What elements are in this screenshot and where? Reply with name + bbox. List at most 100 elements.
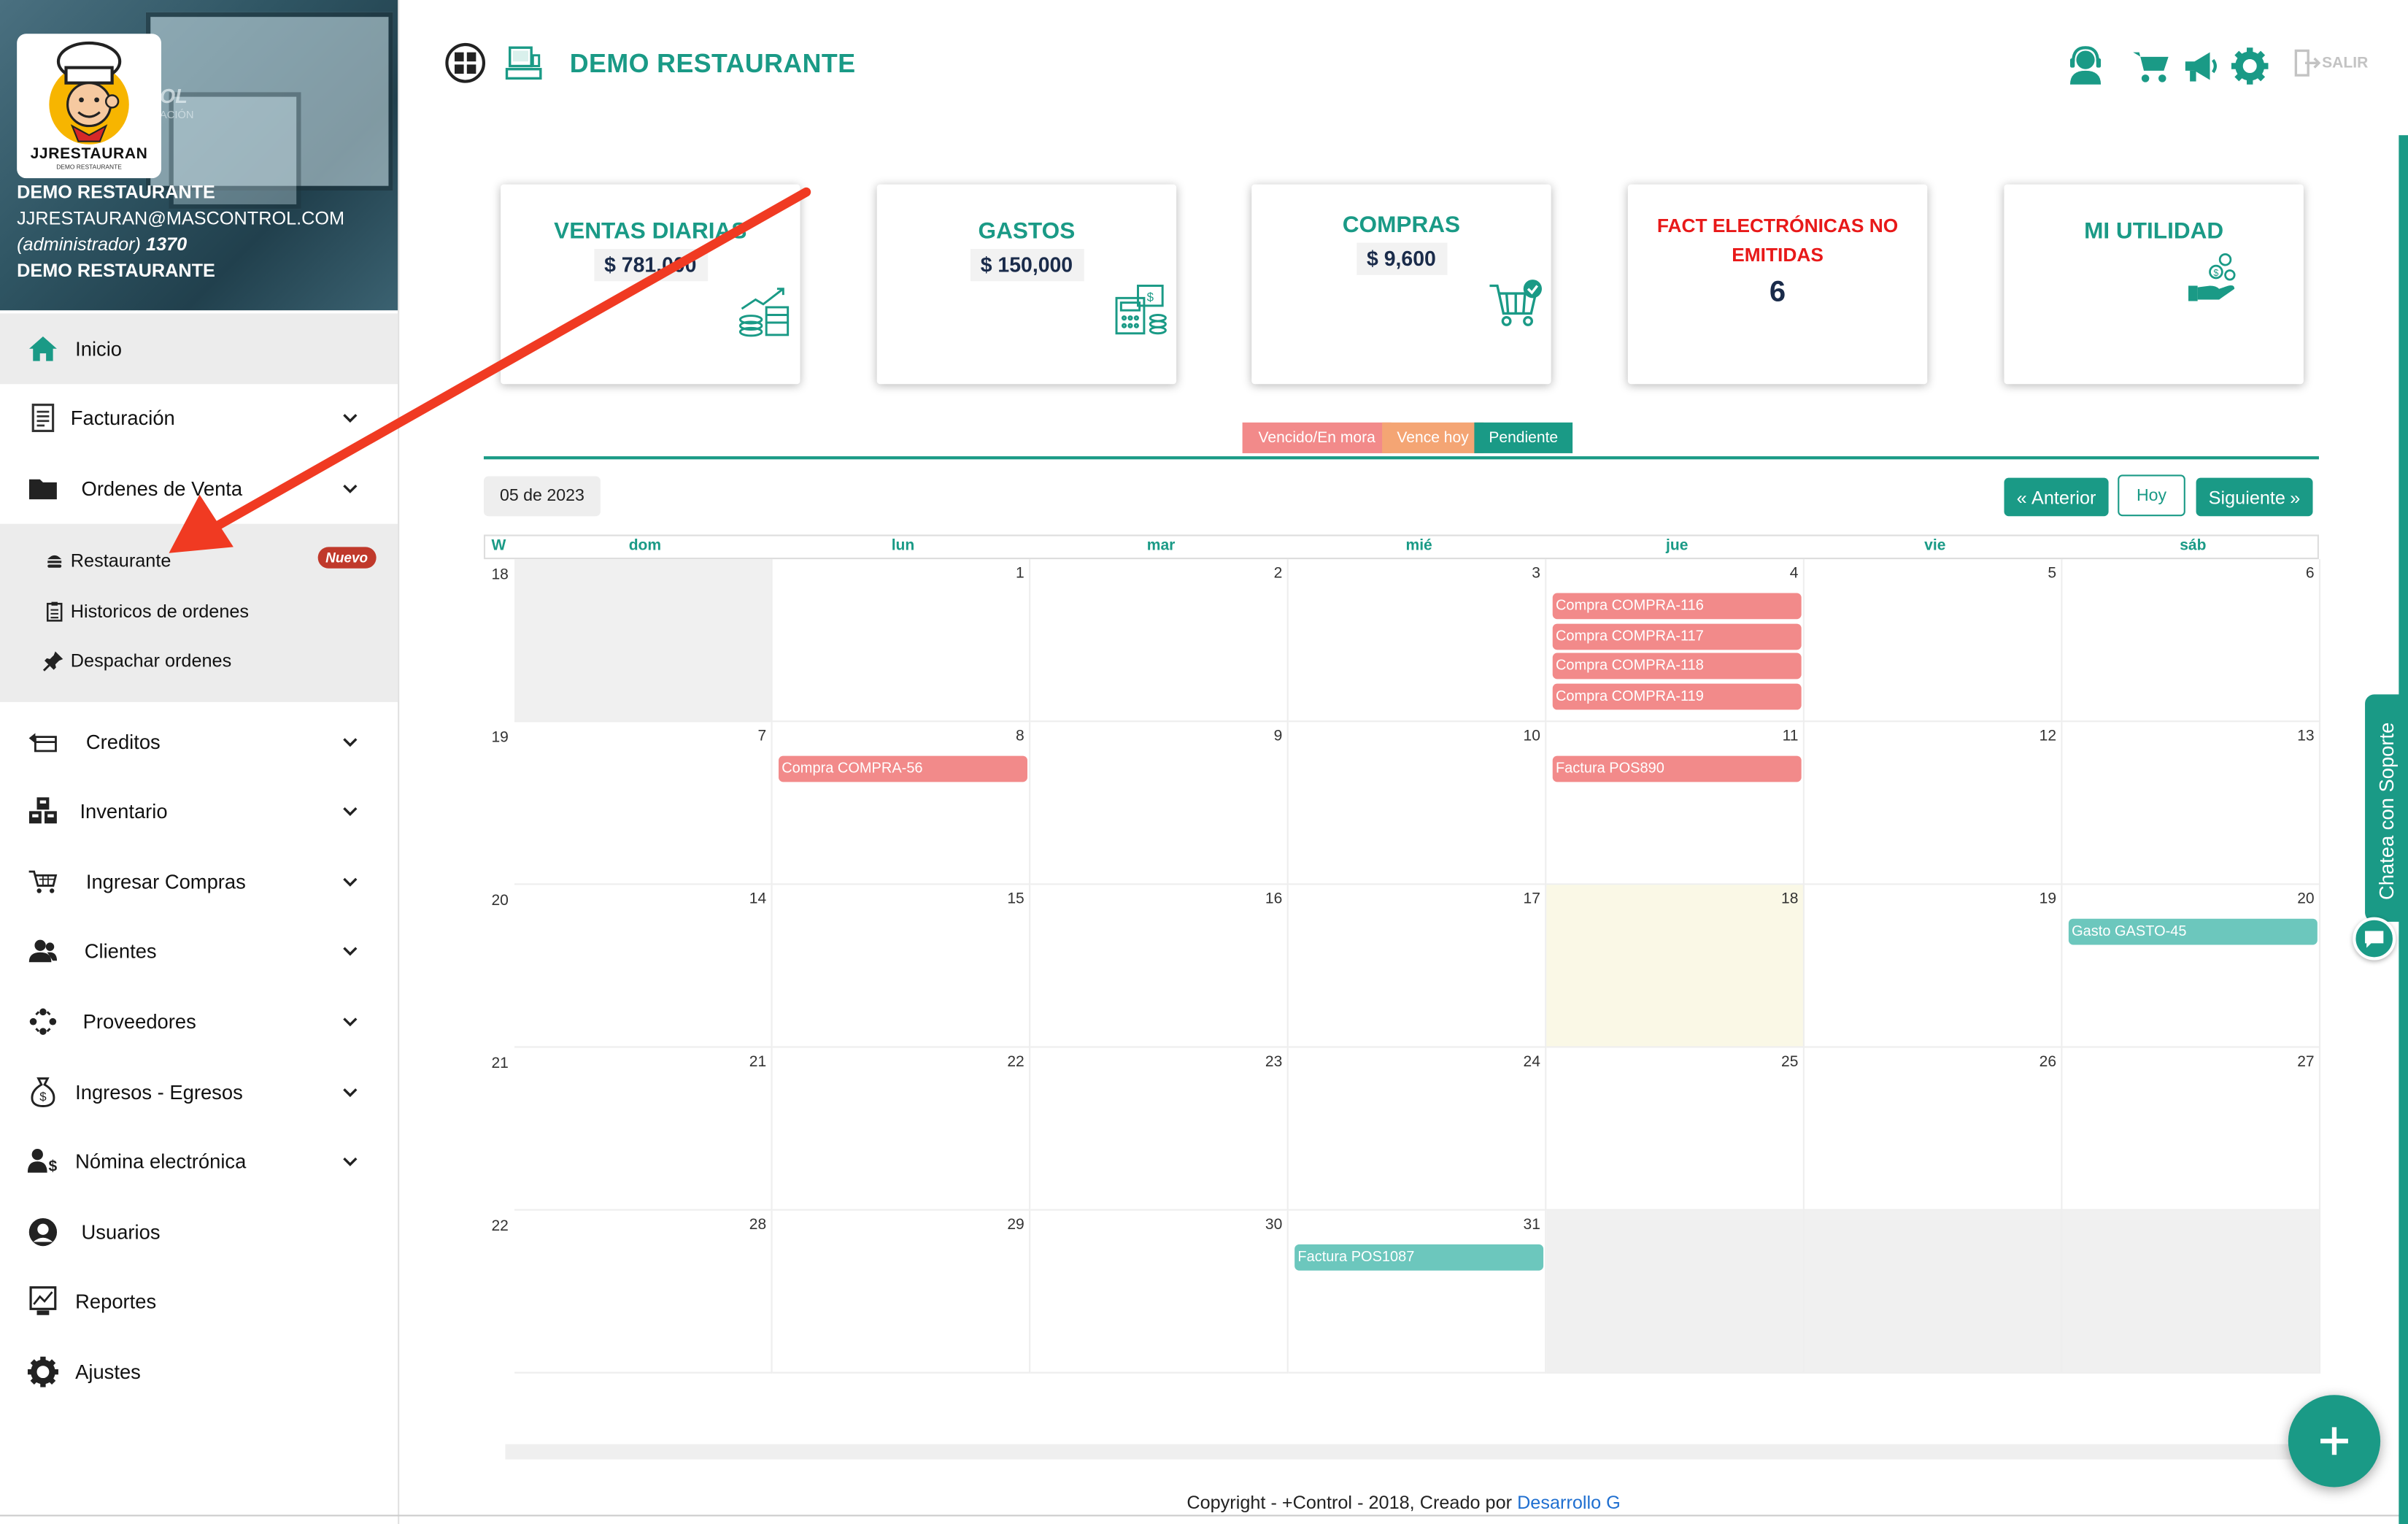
day-number: 23 <box>1265 1053 1283 1071</box>
card-gastos[interactable]: GASTOS $ 150,000 $ <box>876 184 1177 385</box>
sidebar-item-facturacion[interactable]: Facturación <box>0 383 398 453</box>
calendar-day-cell[interactable]: 6 <box>2062 559 2321 723</box>
next-month-button[interactable]: Siguiente» <box>2196 477 2313 517</box>
add-fab-button[interactable] <box>2288 1395 2381 1488</box>
calendar-day-cell[interactable] <box>2062 1210 2321 1374</box>
calendar-day-cell[interactable]: 15 <box>772 885 1031 1048</box>
calendar-day-cell[interactable]: 1 <box>772 559 1031 723</box>
calendar-day-cell[interactable]: 9 <box>1030 722 1289 885</box>
today-button[interactable]: Hoy <box>2118 474 2185 517</box>
calendar-day-cell[interactable]: 27 <box>2062 1047 2321 1211</box>
card-value: 6 <box>1769 276 1786 309</box>
calculator-money-icon: $ <box>1115 285 1167 335</box>
gear-icon[interactable] <box>2230 46 2270 86</box>
chevron-down-icon <box>343 807 358 817</box>
sidebar-item-ajustes[interactable]: Ajustes <box>0 1336 398 1406</box>
svg-text:$: $ <box>39 1089 47 1103</box>
support-agent-icon[interactable] <box>2066 46 2106 86</box>
sidebar-item-inventario[interactable]: Inventario <box>0 777 398 847</box>
day-number: 2 <box>1273 565 1283 582</box>
calendar-day-cell[interactable]: 23 <box>1030 1047 1289 1211</box>
sidebar-item-inicio[interactable]: Inicio <box>0 313 398 384</box>
card-title-line2: EMITIDAS <box>1732 244 1824 266</box>
calendar-day-cell[interactable]: 3 <box>1288 559 1547 723</box>
sidebar-item-reportes[interactable]: Reportes <box>0 1267 398 1337</box>
calendar-event[interactable]: Compra COMPRA-119 <box>1552 682 1802 709</box>
card-ventas-diarias[interactable]: VENTAS DIARIAS $ 781,000 <box>501 184 800 385</box>
calendar-event[interactable]: Compra COMPRA-56 <box>779 755 1027 782</box>
calendar-day-cell[interactable]: 8 <box>772 722 1031 885</box>
calendar-event[interactable]: Compra COMPRA-117 <box>1552 623 1802 650</box>
day-header-0: dom <box>628 537 662 555</box>
calendar-day-cell[interactable]: 11 <box>1546 722 1805 885</box>
footer-copyright: Copyright - +Control - 2018, Creado por … <box>0 1492 2408 1513</box>
calendar-day-cell[interactable]: 25 <box>1546 1047 1805 1211</box>
sidebar-item-clientes[interactable]: Clientes <box>0 917 398 987</box>
card-compras[interactable]: COMPRAS $ 9,600 <box>1251 184 1551 385</box>
calendar-day-cell[interactable]: 7 <box>514 722 773 885</box>
calendar-day-cell[interactable]: 2 <box>1030 559 1289 723</box>
day-number: 6 <box>2305 565 2315 582</box>
week-number: 19 <box>491 729 509 747</box>
footer-divider <box>0 1515 2408 1517</box>
prev-month-button[interactable]: «Anterior <box>2004 477 2109 517</box>
sidebar-item-ingresos-egresos[interactable]: $ Ingresos - Egresos <box>0 1057 398 1127</box>
day-header-4: jue <box>1665 537 1689 555</box>
sidebar-item-creditos[interactable]: Creditos <box>0 707 398 777</box>
day-number: 17 <box>1523 890 1540 908</box>
calendar-day-cell[interactable]: 21 <box>514 1047 773 1211</box>
day-number: 15 <box>1007 890 1024 908</box>
calendar-day-cell[interactable] <box>514 559 773 723</box>
calendar-day-cell[interactable]: 18 <box>1546 885 1805 1048</box>
calendar-day-cell[interactable]: 5 <box>1804 559 2063 723</box>
calendar-day-cell[interactable]: 30 <box>1030 1210 1289 1374</box>
calendar-day-cell[interactable]: 14 <box>514 885 773 1048</box>
sidebar-item-label: Creditos <box>85 729 161 753</box>
calendar-day-cell[interactable]: 28 <box>514 1210 773 1374</box>
day-number: 7 <box>757 728 767 745</box>
calendar-day-cell[interactable]: 20 <box>2062 885 2321 1048</box>
calendar-day-cell[interactable] <box>1804 1210 2063 1374</box>
calendar-day-cell[interactable]: 22 <box>772 1047 1031 1211</box>
submenu-item-despachar[interactable]: Despachar ordenes <box>42 650 231 671</box>
sidebar-item-ingresar-compras[interactable]: Ingresar Compras <box>0 847 398 917</box>
calendar-day-cell[interactable] <box>1546 1210 1805 1374</box>
sidebar-item-ordenes-de-venta[interactable]: Ordenes de Venta <box>0 453 398 523</box>
developer-link[interactable]: Desarrollo G <box>1517 1492 1621 1513</box>
horizontal-scrollbar[interactable] <box>505 1444 2318 1460</box>
calendar-day-cell[interactable]: 10 <box>1288 722 1547 885</box>
pos-terminal-icon[interactable] <box>505 45 542 82</box>
calendar-event[interactable]: Compra COMPRA-116 <box>1552 593 1802 620</box>
logout-icon <box>2294 49 2321 77</box>
megaphone-icon[interactable] <box>2181 46 2221 86</box>
apps-grid-button[interactable] <box>445 42 486 83</box>
calendar-event[interactable]: Compra COMPRA-118 <box>1552 653 1802 680</box>
chat-bubble-button[interactable] <box>2353 917 2396 961</box>
calendar-day-cell[interactable]: 16 <box>1030 885 1289 1048</box>
sidebar-item-usuarios[interactable]: Usuarios <box>0 1197 398 1267</box>
calendar-day-cell[interactable]: 24 <box>1288 1047 1547 1211</box>
calendar-day-cell[interactable]: 17 <box>1288 885 1547 1048</box>
chevron-down-icon <box>343 414 358 423</box>
calendar-event[interactable]: Factura POS1087 <box>1294 1244 1544 1271</box>
submenu-item-historicos[interactable]: Historicos de ordenes <box>43 601 249 622</box>
calendar-day-cell[interactable]: 29 <box>772 1210 1031 1374</box>
submenu-item-restaurante[interactable]: Restaurante <box>43 550 171 572</box>
sidebar-item-label: Facturación <box>70 407 175 431</box>
calendar-event[interactable]: Factura POS890 <box>1552 755 1802 782</box>
card-fact-electronicas[interactable]: FACT ELECTRÓNICAS NO EMITIDAS 6 <box>1627 184 1928 385</box>
calendar-day-cell[interactable]: 31 <box>1288 1210 1547 1374</box>
cart-icon[interactable] <box>2131 46 2172 86</box>
payroll-icon: $ <box>27 1147 58 1177</box>
calendar-day-cell[interactable]: 26 <box>1804 1047 2063 1211</box>
calendar-day-cell[interactable]: 12 <box>1804 722 2063 885</box>
gear-icon <box>27 1356 58 1388</box>
calendar-day-cell[interactable]: 19 <box>1804 885 2063 1048</box>
calendar-event[interactable]: Gasto GASTO-45 <box>2068 918 2318 945</box>
hand-coins-icon: $ <box>2188 253 2236 301</box>
logout-button[interactable]: SALIR <box>2294 49 2368 77</box>
calendar-day-cell[interactable]: 13 <box>2062 722 2321 885</box>
sidebar-item-proveedores[interactable]: Proveedores <box>0 987 398 1057</box>
sidebar-item-nomina[interactable]: $ Nómina electrónica <box>0 1127 398 1197</box>
card-mi-utilidad[interactable]: MI UTILIDAD $ <box>2004 184 2304 385</box>
